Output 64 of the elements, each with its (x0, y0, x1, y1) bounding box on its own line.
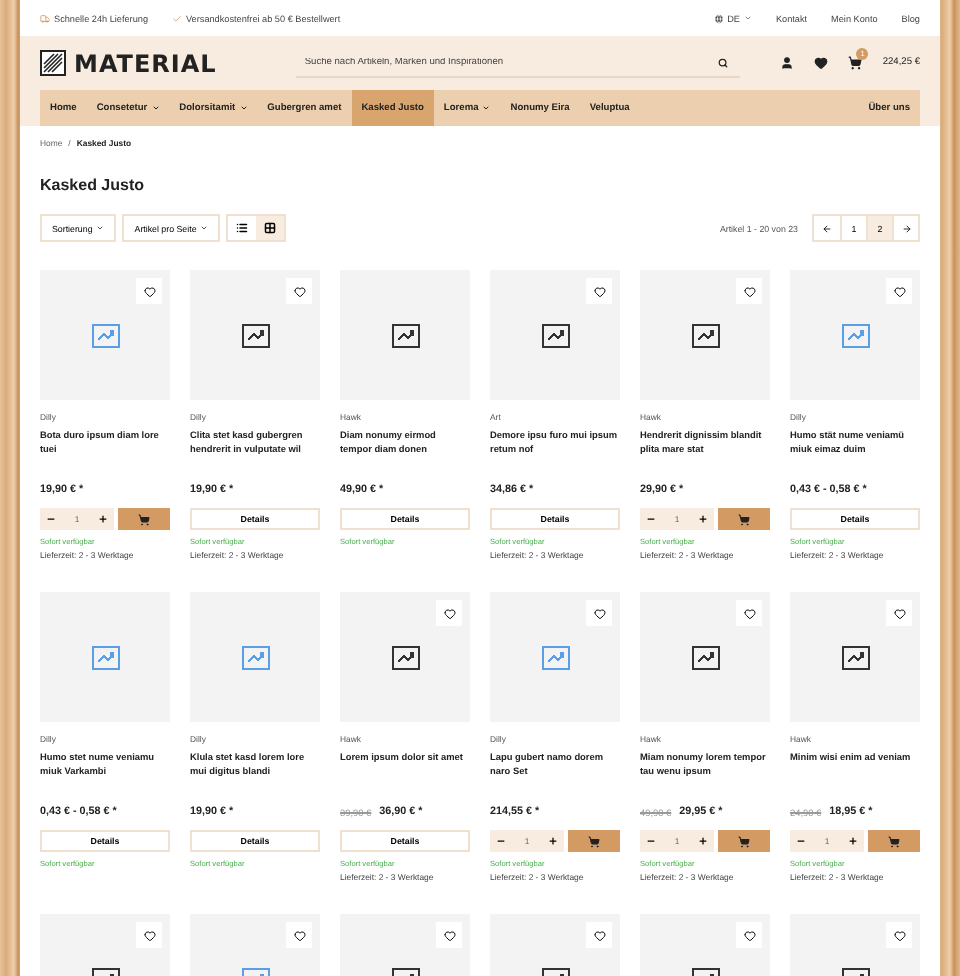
heart-icon[interactable] (593, 607, 605, 619)
decrease-button[interactable] (796, 836, 806, 846)
add-to-cart-button[interactable] (568, 830, 620, 852)
add-to-cart-button[interactable] (718, 508, 770, 530)
search-icon[interactable] (718, 57, 729, 67)
heart-icon[interactable] (893, 929, 905, 941)
wishlist-button[interactable] (886, 278, 912, 304)
grid-view-icon (264, 222, 277, 234)
heart-icon[interactable] (443, 929, 455, 941)
heart-icon[interactable] (893, 607, 905, 619)
wishlist-button[interactable] (586, 278, 612, 304)
wishlist-button[interactable] (736, 922, 762, 948)
wishlist-button[interactable] (586, 922, 612, 948)
heart-icon[interactable] (293, 929, 305, 941)
decrease-button[interactable] (646, 514, 656, 524)
wishlist-button[interactable] (286, 278, 312, 304)
globe-icon[interactable] (713, 13, 724, 23)
cart-icon[interactable] (738, 513, 750, 525)
wishlist-button[interactable] (136, 922, 162, 948)
logo-icon (40, 50, 66, 76)
wishlist-button[interactable] (586, 600, 612, 626)
add-to-cart-button[interactable] (118, 508, 170, 530)
increase-button[interactable] (98, 514, 108, 524)
arrow-right-icon[interactable] (901, 223, 911, 233)
wishlist-button[interactable] (886, 922, 912, 948)
view-toggle[interactable] (256, 216, 285, 240)
account-button[interactable] (780, 56, 795, 70)
increase-button[interactable] (698, 514, 708, 524)
heart-icon[interactable] (893, 285, 905, 297)
cart-icon[interactable] (888, 835, 900, 847)
decrease-button[interactable] (46, 514, 56, 524)
decrease-button[interactable] (646, 836, 656, 846)
increase-button[interactable] (698, 836, 708, 846)
cart-icon[interactable] (738, 835, 750, 847)
increase-button[interactable] (848, 836, 858, 846)
heart-icon[interactable] (143, 285, 155, 297)
wishlist-button[interactable] (436, 600, 462, 626)
wishlist-button[interactable] (436, 922, 462, 948)
check-icon (172, 13, 182, 23)
heart-icon[interactable] (443, 607, 455, 619)
wishlist-button[interactable] (136, 278, 162, 304)
wishlist-button[interactable] (286, 922, 312, 948)
list-view-icon (236, 222, 249, 234)
logo-text[interactable]: MATERIAL (74, 49, 217, 77)
arrow-left-icon[interactable] (822, 223, 832, 233)
heart-icon[interactable] (593, 285, 605, 297)
cart-icon[interactable] (138, 513, 150, 525)
wishlist-button[interactable] (814, 56, 829, 70)
heart-icon[interactable] (743, 929, 755, 941)
heart-icon[interactable] (743, 285, 755, 297)
heart-icon[interactable] (593, 929, 605, 941)
wishlist-button[interactable] (736, 278, 762, 304)
page-title: Kasked Justo (40, 176, 147, 194)
increase-button[interactable] (548, 836, 558, 846)
wishlist-button[interactable] (886, 600, 912, 626)
decrease-button[interactable] (496, 836, 506, 846)
truck-icon (40, 13, 50, 23)
wishlist-button[interactable] (736, 600, 762, 626)
cart-icon[interactable] (588, 835, 600, 847)
heart-icon[interactable] (143, 929, 155, 941)
heart-icon[interactable] (293, 285, 305, 297)
heart-icon[interactable] (743, 607, 755, 619)
add-to-cart-button[interactable] (718, 830, 770, 852)
add-to-cart-button[interactable] (868, 830, 920, 852)
